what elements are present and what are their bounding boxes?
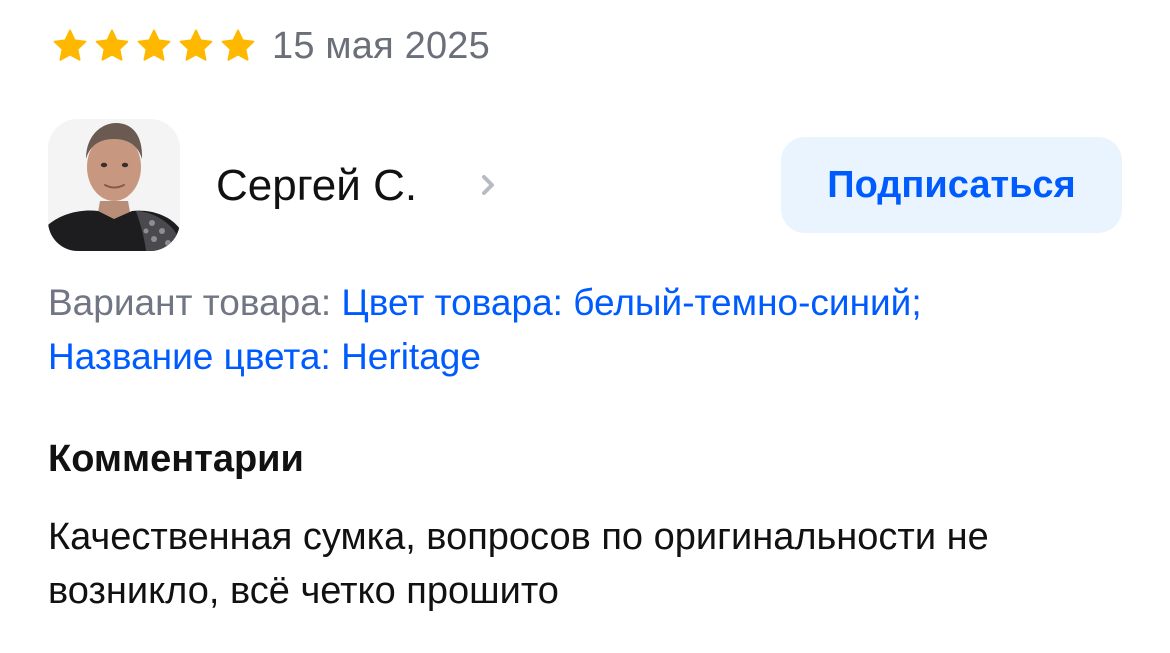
review-card: 15 мая 2025 Сергей С. Подписаться Вариан… <box>0 0 1170 653</box>
rating-row: 15 мая 2025 <box>52 22 490 70</box>
product-variant: Вариант товара: Цвет товара: белый-темно… <box>48 276 1128 384</box>
variant-color-name[interactable]: Название цвета: Heritage <box>48 336 481 377</box>
variant-label: Вариант товара: <box>48 282 332 323</box>
comment-text: Качественная сумка, вопросов по оригинал… <box>48 516 989 612</box>
variant-color-value[interactable]: Цвет товара: белый-темно-синий; <box>341 282 921 323</box>
subscribe-button[interactable]: Подписаться <box>781 137 1122 233</box>
star-icon <box>221 29 255 61</box>
user-avatar-image <box>48 119 180 251</box>
star-icon <box>179 29 213 61</box>
star-icon <box>137 29 171 61</box>
star-icon <box>95 29 129 61</box>
star-icon <box>53 29 87 61</box>
review-date: 15 мая 2025 <box>272 24 490 67</box>
comments-heading: Комментарии <box>48 438 304 480</box>
chevron-right-icon[interactable] <box>478 170 500 200</box>
author-name[interactable]: Сергей С. <box>216 160 417 212</box>
rating-stars <box>52 28 256 64</box>
user-avatar[interactable] <box>48 119 180 251</box>
